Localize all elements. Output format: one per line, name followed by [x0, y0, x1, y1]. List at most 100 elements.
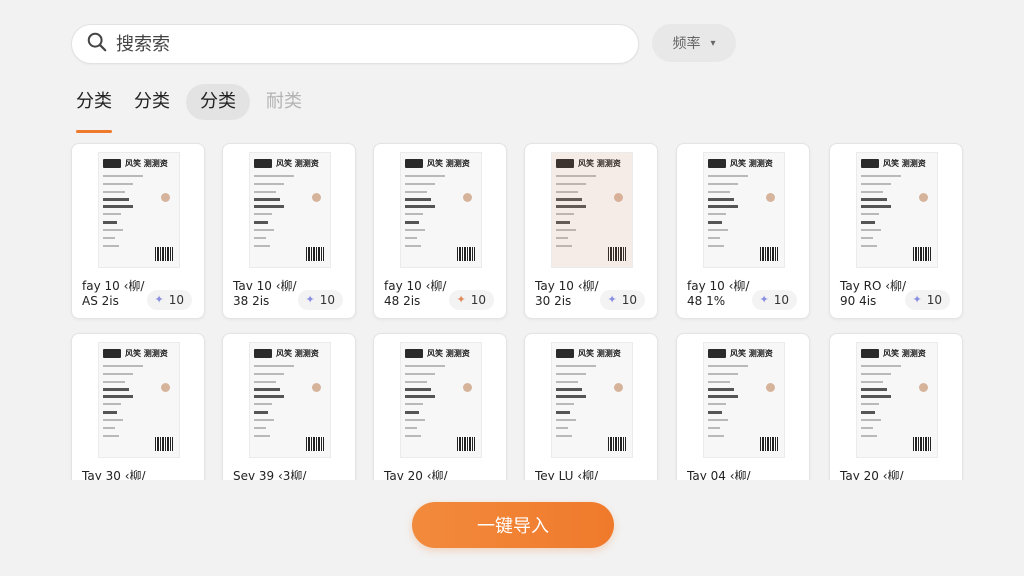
search-bar[interactable] [71, 24, 639, 64]
sort-dropdown[interactable]: 频率 ▾ [652, 24, 736, 62]
ticket-subtitle: 30 2is [535, 294, 572, 308]
ticket-header: 风笑 测测资 [883, 349, 926, 358]
ticket-logo [405, 159, 423, 168]
points-badge: ✦ 10 [448, 290, 494, 310]
ticket-title: Sev 39 ‹3柳/ [233, 469, 307, 480]
tab-category-4[interactable]: 耐类 [260, 84, 308, 120]
points-value: 10 [773, 293, 789, 307]
barcode-icon [306, 247, 324, 261]
barcode-icon [457, 247, 475, 261]
ticket-logo [254, 349, 272, 358]
ticket-logo [103, 159, 121, 168]
points-badge: ✦ 10 [599, 290, 645, 310]
ticket-thumbnail: 风笑 测测资 [703, 342, 785, 458]
ticket-thumbnail: 风笑 测测资 [400, 342, 482, 458]
ticket-title: fay 10 ‹柳/ [82, 279, 145, 293]
ticket-card[interactable]: 风笑 测测资 Tay RO ‹柳/90 4is ✦ 10 [829, 143, 963, 319]
ticket-logo [254, 159, 272, 168]
ticket-card[interactable]: 风笑 测测资 fay 10 ‹柳/48 1% ✦ 10 [676, 143, 810, 319]
sort-label: 频率 [672, 36, 701, 52]
ticket-thumbnail: 风笑 测测资 [856, 152, 938, 268]
barcode-icon [760, 437, 778, 451]
chevron-down-icon: ▾ [710, 37, 716, 49]
sparkle-icon: ✦ [305, 293, 315, 306]
ticket-title: Tav 20 ‹柳/ [384, 469, 448, 480]
ticket-title: Tay 20 ‹柳/ [840, 469, 904, 480]
ticket-header: 风笑 测测资 [578, 349, 621, 358]
barcode-icon [155, 247, 173, 261]
ticket-subtitle: 38 2is [233, 294, 270, 308]
ticket-logo [861, 349, 879, 358]
ticket-title: Tay 30 ‹柳/ [82, 469, 146, 480]
category-tabs: 分类 分类 分类 耐类 [70, 82, 308, 133]
barcode-icon [760, 247, 778, 261]
barcode-icon [913, 437, 931, 451]
barcode-icon [913, 247, 931, 261]
ticket-card[interactable]: 风笑 测测资 Tay 10 ‹柳/30 2is ✦ 10 [524, 143, 658, 319]
ticket-title: Tav 10 ‹柳/ [233, 279, 297, 293]
ticket-logo [103, 349, 121, 358]
ticket-card[interactable]: 风笑 测测资 Sev 39 ‹3柳/ [222, 333, 356, 480]
points-value: 10 [926, 293, 942, 307]
ticket-title: Tey LU ‹柳/ [535, 469, 599, 480]
ticket-logo [708, 159, 726, 168]
ticket-card[interactable]: 风笑 测测资 Tay 30 ‹柳/ [71, 333, 205, 480]
ticket-header: 风笑 测测资 [125, 349, 168, 358]
ticket-card[interactable]: 风笑 测测资 fay 10 ‹柳/AS 2is ✦ 10 [71, 143, 205, 319]
ticket-title: fay 10 ‹柳/ [687, 279, 750, 293]
ticket-thumbnail: 风笑 测测资 [551, 152, 633, 268]
ticket-thumbnail: 风笑 测测资 [856, 342, 938, 458]
ticket-title: Tay RO ‹柳/ [840, 279, 907, 293]
tab-category-2[interactable]: 分类 [128, 84, 176, 120]
points-badge: ✦ 10 [904, 290, 950, 310]
ticket-subtitle: 48 1% [687, 294, 726, 308]
points-badge: ✦ 10 [751, 290, 797, 310]
barcode-icon [457, 437, 475, 451]
ticket-card[interactable]: 风笑 测测资 Tav 10 ‹柳/38 2is ✦ 10 [222, 143, 356, 319]
ticket-card[interactable]: 风笑 测测资 fay 10 ‹柳/48 2is ✦ 10 [373, 143, 507, 319]
ticket-thumbnail: 风笑 测测资 [98, 342, 180, 458]
barcode-icon [306, 437, 324, 451]
ticket-thumbnail: 风笑 测测资 [249, 342, 331, 458]
tab-category-3[interactable]: 分类 [186, 84, 250, 120]
points-value: 10 [470, 293, 486, 307]
barcode-icon [608, 437, 626, 451]
ticket-logo [405, 349, 423, 358]
barcode-icon [155, 437, 173, 451]
sparkle-icon: ✦ [154, 293, 164, 306]
ticket-thumbnail: 风笑 测测资 [249, 152, 331, 268]
tab-category-1[interactable]: 分类 [70, 84, 118, 133]
ticket-header: 风笑 测测资 [883, 159, 926, 168]
ticket-title: Tay 04 ‹柳/ [687, 469, 751, 480]
ticket-header: 风笑 测测资 [730, 159, 773, 168]
search-icon [86, 31, 108, 57]
search-input[interactable] [116, 33, 616, 55]
ticket-thumbnail: 风笑 测测资 [703, 152, 785, 268]
ticket-subtitle: AS 2is [82, 294, 119, 308]
ticket-subtitle: 48 2is [384, 294, 421, 308]
ticket-title: fay 10 ‹柳/ [384, 279, 447, 293]
import-all-button[interactable]: 一键导入 [412, 502, 614, 548]
ticket-logo [556, 349, 574, 358]
points-badge: ✦ 10 [297, 290, 343, 310]
ticket-card[interactable]: 风笑 测测资 Tay 20 ‹柳/ [829, 333, 963, 480]
ticket-card[interactable]: 风笑 测测资 Tay 04 ‹柳/ [676, 333, 810, 480]
points-value: 10 [319, 293, 335, 307]
ticket-header: 风笑 测测资 [427, 349, 470, 358]
ticket-header: 风笑 测测资 [276, 159, 319, 168]
ticket-header: 风笑 测测资 [427, 159, 470, 168]
points-value: 10 [621, 293, 637, 307]
ticket-card[interactable]: 风笑 测测资 Tey LU ‹柳/ [524, 333, 658, 480]
ticket-logo [861, 159, 879, 168]
ticket-header: 风笑 测测资 [125, 159, 168, 168]
points-value: 10 [168, 293, 184, 307]
ticket-card[interactable]: 风笑 测测资 Tav 20 ‹柳/ [373, 333, 507, 480]
ticket-subtitle: 90 4is [840, 294, 877, 308]
ticket-thumbnail: 风笑 测测资 [551, 342, 633, 458]
ticket-header: 风笑 测测资 [730, 349, 773, 358]
points-badge: ✦ 10 [146, 290, 192, 310]
ticket-header: 风笑 测测资 [276, 349, 319, 358]
sparkle-icon: ✦ [912, 293, 922, 306]
ticket-thumbnail: 风笑 测测资 [98, 152, 180, 268]
sparkle-icon: ✦ [456, 293, 466, 306]
